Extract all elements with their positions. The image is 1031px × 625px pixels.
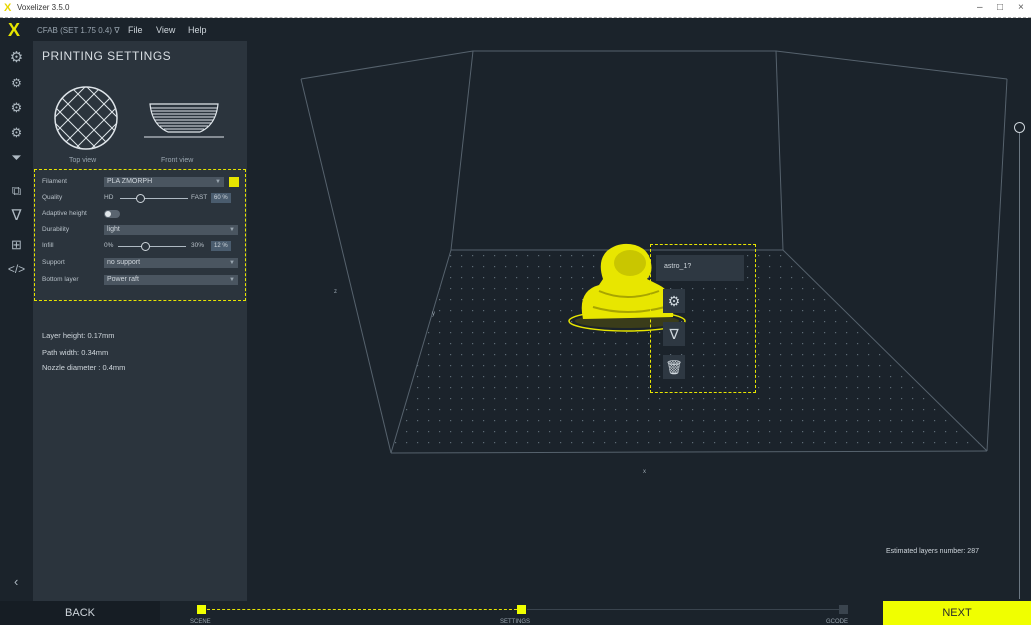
step-gcode-label: GCODE [826,619,849,625]
quality-value-badge: 60 % [211,193,231,203]
durability-value: light [107,226,120,233]
axis-x-label: x [643,469,646,475]
bottom-layer-select[interactable]: Power raft ▼ [104,275,238,285]
bottom-layer-value: Power raft [107,276,139,283]
maximize-icon[interactable]: □ [997,2,1003,14]
copy-icon[interactable]: ⧉ [7,181,26,200]
network-icon[interactable]: ⊞ [7,235,26,254]
estimated-layers-text: Estimated layers number: 287 [886,548,979,555]
funnel-layers-icon[interactable]: ⏷ [7,148,26,167]
app-logo-icon: X [4,2,12,14]
object-funnel-icon[interactable]: ∇ [663,322,685,346]
gear-icon[interactable]: ⚙ [7,48,26,67]
tool-rail: ⚙ ⚙ ⚙ ⚙ ⏷ ⧉ ∇ ⊞ </> [0,41,33,601]
gear-plus-icon[interactable]: ⚙ [7,74,26,93]
next-button[interactable]: NEXT [883,601,1031,625]
close-icon[interactable]: × [1018,2,1024,14]
step-settings-dot[interactable] [517,605,526,614]
object-settings-gear-icon[interactable]: ⚙ [663,289,685,313]
funnel-icon[interactable]: ∇ [7,206,26,225]
infill-max-label: 30% [191,242,205,249]
layer-slider-track[interactable] [1019,129,1020,599]
adaptive-row: Adaptive height [42,208,242,220]
quality-label: Quality [42,194,63,201]
collapse-panel-icon[interactable]: ‹ [14,574,18,589]
durability-select[interactable]: light ▼ [104,225,238,235]
quality-min-label: HD [104,194,114,201]
front-view-image [144,103,224,138]
menu-view[interactable]: View [156,25,175,35]
top-view-label: Top view [69,157,97,164]
menubar: X CFAB (SET 1.75 0.4) ∇ File View Help [0,19,1031,41]
bottom-layer-label: Bottom layer [42,276,79,283]
chevron-down-icon: ▼ [229,227,235,233]
object-trash-icon[interactable]: 🗑 [663,355,685,379]
settings-form: Filament PLA ZMORPH ▼ Quality HD FAST 60… [34,169,246,301]
step-scene-label: SCENE [190,619,211,625]
filament-value: PLA ZMORPH [107,178,153,185]
infill-row: Infill 0% 30% 12 % [42,240,242,252]
layer-slider-knob[interactable] [1014,122,1025,133]
chevron-down-icon: ▼ [229,277,235,283]
support-value: no support [107,259,141,266]
infill-slider[interactable] [118,246,186,247]
quality-row: Quality HD FAST 60 % [42,192,242,204]
voxelizer-logo-icon: X [8,20,21,40]
adaptive-label: Adaptive height [42,210,87,217]
durability-row: Durability light ▼ [42,224,242,236]
filament-label: Filament [42,178,67,185]
back-button[interactable]: BACK [0,601,160,625]
infill-label: Infill [42,242,54,249]
bottom-navigation: BACK SCENE SETTINGS GCODE NEXT [0,601,1031,625]
window-title: Voxelizer 3.5.0 [17,3,70,12]
support-row: Support no support ▼ [42,257,242,269]
axis-z-label: z [334,289,337,295]
progress-track-remaining [527,609,844,610]
filament-color-swatch[interactable] [229,177,239,187]
chevron-down-icon: ▼ [229,260,235,266]
quality-slider-thumb[interactable] [136,194,146,203]
chevron-down-icon: ▼ [215,179,221,185]
menu-file[interactable]: File [128,25,143,35]
settings-panel: PRINTING SETTINGS Top view Front view Fi… [33,41,247,601]
filament-select[interactable]: PLA ZMORPH ▼ [104,177,224,187]
printer-selector[interactable]: CFAB (SET 1.75 0.4) ∇ [37,26,120,35]
quality-slider[interactable] [120,198,188,199]
axis-y-label: y [432,311,435,317]
filament-row: Filament PLA ZMORPH ▼ [42,176,242,188]
3d-viewport[interactable]: z y x astro_1? ⚙ ∇ 🗑 Estimated layers nu… [247,41,1031,601]
infill-slider-thumb[interactable] [141,242,151,251]
step-scene-dot[interactable] [197,605,206,614]
infill-min-label: 0% [104,242,114,249]
support-select[interactable]: no support ▼ [104,258,238,268]
infill-value-badge: 12 % [211,241,231,251]
object-name: astro_1? [656,255,744,281]
support-label: Support [42,259,65,266]
front-view-label: Front view [161,157,194,164]
path-width-info: Path width: 0.34mm [42,348,109,357]
durability-label: Durability [42,226,70,233]
code-icon[interactable]: </> [7,260,26,279]
top-view-image [54,86,118,150]
minimize-icon[interactable]: – [977,2,983,14]
step-settings-label: SETTINGS [500,619,531,625]
build-volume-wireframe [300,50,1008,454]
progress-track-done [202,609,522,610]
menu-help[interactable]: Help [188,25,207,35]
bottom-layer-row: Bottom layer Power raft ▼ [42,274,242,286]
adaptive-height-toggle[interactable] [104,210,120,218]
nozzle-diameter-info: Nozzle diameter : 0.4mm [42,363,126,372]
layer-height-info: Layer height: 0.17mm [42,331,115,340]
quality-max-label: FAST [191,194,208,201]
panel-title: PRINTING SETTINGS [42,49,172,63]
window-titlebar: X Voxelizer 3.5.0 – □ × [0,0,1031,18]
gear-node-icon[interactable]: ⚙ [7,98,26,117]
toggle-knob [105,211,111,217]
step-gcode-dot[interactable] [839,605,848,614]
gear-layers-icon[interactable]: ⚙ [7,123,26,142]
